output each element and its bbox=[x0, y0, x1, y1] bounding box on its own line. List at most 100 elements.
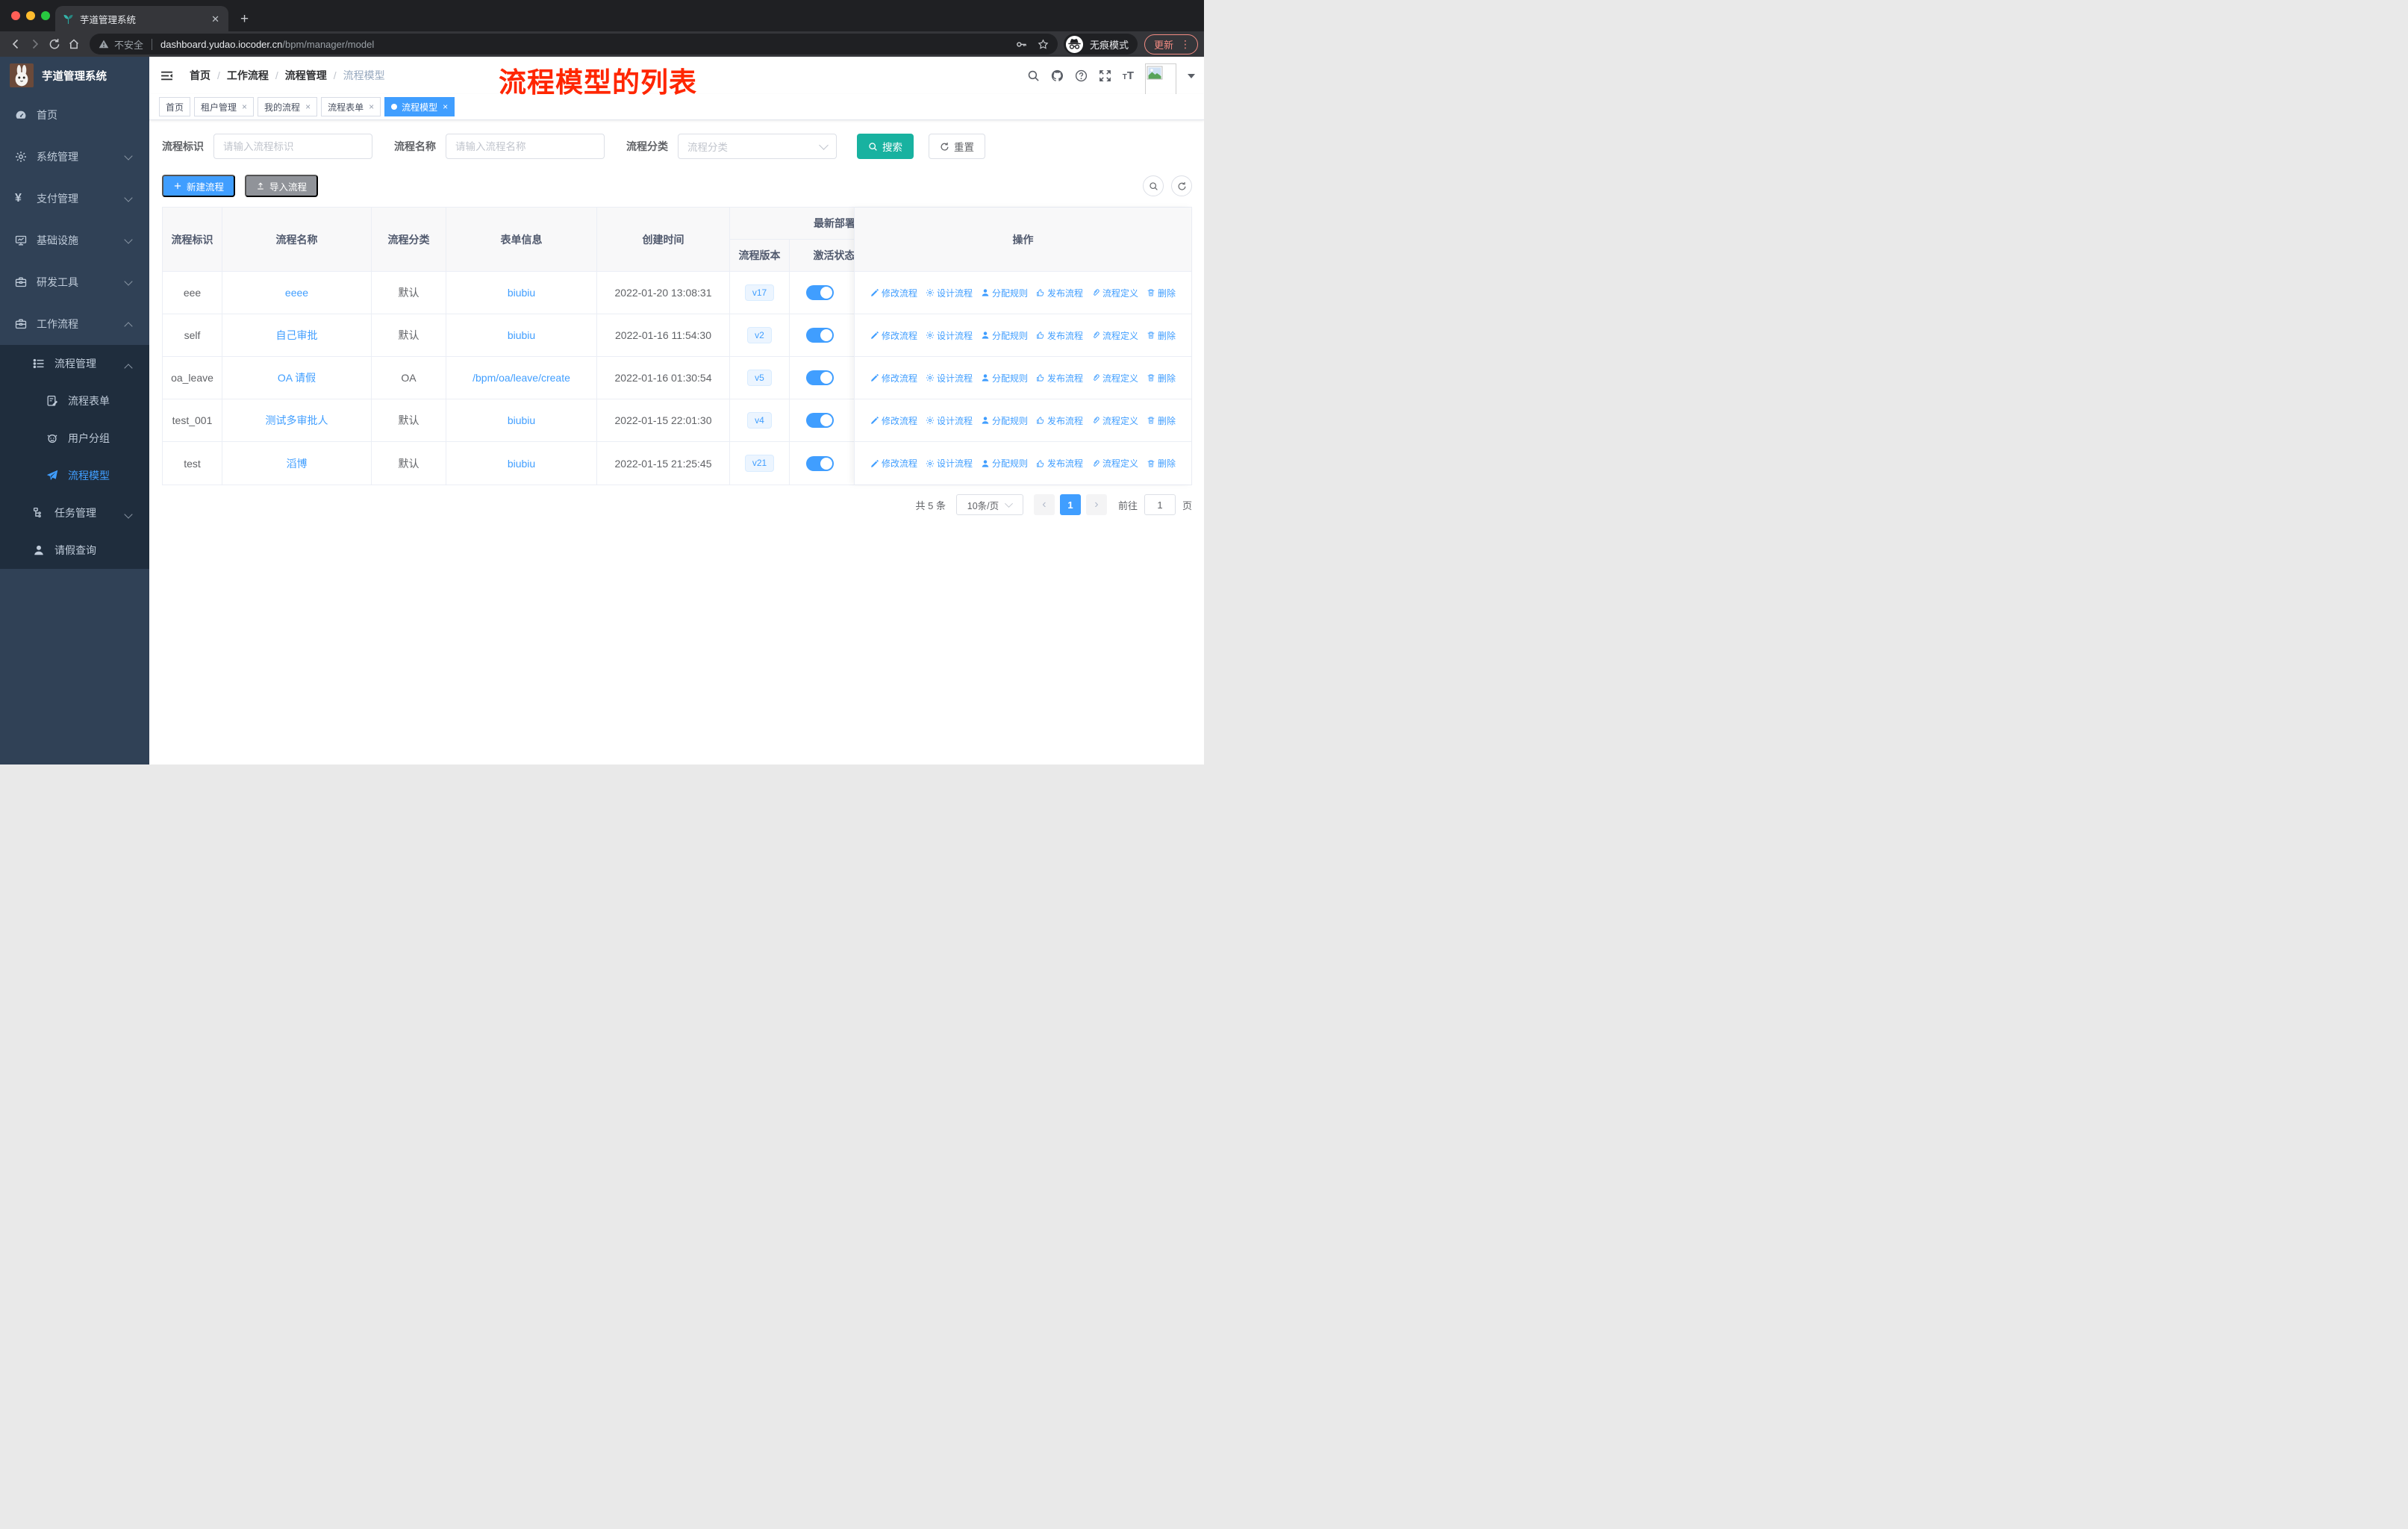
tag-close-icon[interactable]: × bbox=[305, 102, 311, 112]
action-definition[interactable]: 流程定义 bbox=[1091, 414, 1138, 427]
action-definition[interactable]: 流程定义 bbox=[1091, 372, 1138, 384]
tag-close-icon[interactable]: × bbox=[369, 102, 374, 112]
action-edit[interactable]: 修改流程 bbox=[870, 329, 917, 342]
toggle-search-button[interactable] bbox=[1143, 175, 1164, 196]
process-name-link[interactable]: 自己审批 bbox=[276, 328, 318, 343]
action-publish[interactable]: 发布流程 bbox=[1036, 329, 1083, 342]
action-edit[interactable]: 修改流程 bbox=[870, 414, 917, 427]
tag-tenant[interactable]: 租户管理 × bbox=[194, 97, 255, 116]
bookmark-star-icon[interactable] bbox=[1038, 39, 1049, 50]
action-delete[interactable]: 删除 bbox=[1147, 372, 1176, 384]
active-toggle[interactable] bbox=[806, 370, 834, 385]
action-assign[interactable]: 分配规则 bbox=[981, 372, 1028, 384]
kebab-menu-icon[interactable]: ⋮ bbox=[1180, 39, 1191, 49]
action-design[interactable]: 设计流程 bbox=[926, 372, 973, 384]
form-link[interactable]: /bpm/oa/leave/create bbox=[472, 372, 570, 384]
tag-process-model[interactable]: 流程模型 × bbox=[384, 97, 455, 116]
action-delete[interactable]: 删除 bbox=[1147, 457, 1176, 470]
zoom-window-button[interactable] bbox=[41, 11, 50, 20]
page-number-1[interactable]: 1 bbox=[1059, 494, 1081, 515]
sidebar-item-user-group[interactable]: 用户分组 bbox=[0, 420, 149, 457]
home-button[interactable] bbox=[64, 34, 84, 54]
help-icon[interactable] bbox=[1075, 69, 1088, 82]
action-delete[interactable]: 删除 bbox=[1147, 287, 1176, 299]
action-assign[interactable]: 分配规则 bbox=[981, 457, 1028, 470]
refresh-table-button[interactable] bbox=[1171, 175, 1192, 196]
active-toggle[interactable] bbox=[806, 285, 834, 300]
search-button[interactable]: 搜索 bbox=[857, 134, 914, 159]
sidebar-item-task-manage[interactable]: 任务管理 bbox=[0, 494, 149, 532]
goto-page-input[interactable] bbox=[1144, 494, 1176, 515]
sidebar-item-process-form[interactable]: 流程表单 bbox=[0, 382, 149, 420]
next-page-button[interactable]: › bbox=[1085, 494, 1107, 515]
action-design[interactable]: 设计流程 bbox=[926, 414, 973, 427]
caret-down-icon[interactable] bbox=[1188, 73, 1195, 82]
sidebar-item-system[interactable]: 系统管理 bbox=[0, 136, 149, 178]
sidebar-collapse-icon[interactable] bbox=[149, 69, 184, 82]
sidebar-item-workflow[interactable]: 工作流程 bbox=[0, 303, 149, 345]
action-definition[interactable]: 流程定义 bbox=[1091, 457, 1138, 470]
search-icon[interactable] bbox=[1027, 69, 1040, 82]
process-name-link[interactable]: eeee bbox=[285, 287, 308, 299]
prev-page-button[interactable]: ‹ bbox=[1033, 494, 1055, 515]
action-definition[interactable]: 流程定义 bbox=[1091, 287, 1138, 299]
browser-tab[interactable]: 芋道管理系统 ✕ bbox=[55, 6, 228, 31]
sidebar-item-process-model[interactable]: 流程模型 bbox=[0, 457, 149, 494]
action-delete[interactable]: 删除 bbox=[1147, 329, 1176, 342]
action-publish[interactable]: 发布流程 bbox=[1036, 372, 1083, 384]
update-chip[interactable]: 更新 ⋮ bbox=[1144, 34, 1198, 55]
minimize-window-button[interactable] bbox=[26, 11, 35, 20]
reset-button[interactable]: 重置 bbox=[929, 134, 985, 159]
form-link[interactable]: biubiu bbox=[508, 329, 535, 341]
fullscreen-icon[interactable] bbox=[1099, 69, 1111, 82]
address-bar[interactable]: 不安全 dashboard.yudao.iocoder.cn/bpm/manag… bbox=[90, 34, 1058, 55]
form-link[interactable]: biubiu bbox=[508, 287, 535, 299]
sidebar-item-infra[interactable]: 基础设施 bbox=[0, 219, 149, 261]
process-key-input[interactable] bbox=[213, 134, 372, 159]
action-design[interactable]: 设计流程 bbox=[926, 329, 973, 342]
app-logo-row[interactable]: 芋道管理系统 bbox=[0, 57, 149, 94]
action-publish[interactable]: 发布流程 bbox=[1036, 414, 1083, 427]
new-tab-button[interactable]: + bbox=[240, 12, 249, 26]
sidebar-item-home[interactable]: 首页 bbox=[0, 94, 149, 136]
tag-my-process[interactable]: 我的流程 × bbox=[258, 97, 318, 116]
import-process-button[interactable]: 导入流程 bbox=[245, 175, 319, 197]
back-button[interactable] bbox=[6, 34, 25, 54]
active-toggle[interactable] bbox=[806, 328, 834, 343]
action-assign[interactable]: 分配规则 bbox=[981, 414, 1028, 427]
page-size-select[interactable]: 10条/页 bbox=[955, 494, 1023, 515]
tab-close-icon[interactable]: ✕ bbox=[210, 13, 221, 25]
github-icon[interactable] bbox=[1051, 69, 1064, 82]
sidebar-item-leave-query[interactable]: 请假查询 bbox=[0, 532, 149, 569]
create-process-button[interactable]: 新建流程 bbox=[162, 175, 236, 197]
reload-button[interactable] bbox=[45, 34, 64, 54]
tag-close-icon[interactable]: × bbox=[443, 102, 448, 112]
sidebar-item-process-manage[interactable]: 流程管理 bbox=[0, 345, 149, 382]
tag-home[interactable]: 首页 bbox=[159, 97, 191, 116]
action-delete[interactable]: 删除 bbox=[1147, 414, 1176, 427]
key-icon[interactable] bbox=[1016, 39, 1027, 50]
font-size-icon[interactable]: TT bbox=[1123, 70, 1134, 81]
action-edit[interactable]: 修改流程 bbox=[870, 457, 917, 470]
action-assign[interactable]: 分配规则 bbox=[981, 329, 1028, 342]
action-assign[interactable]: 分配规则 bbox=[981, 287, 1028, 299]
form-link[interactable]: biubiu bbox=[508, 458, 535, 470]
breadcrumb-item[interactable]: 流程管理 bbox=[285, 68, 327, 83]
breadcrumb-item[interactable]: 首页 bbox=[190, 68, 210, 83]
active-toggle[interactable] bbox=[806, 413, 834, 428]
forward-button[interactable] bbox=[25, 34, 45, 54]
action-publish[interactable]: 发布流程 bbox=[1036, 457, 1083, 470]
form-link[interactable]: biubiu bbox=[508, 414, 535, 426]
active-toggle[interactable] bbox=[806, 455, 834, 471]
action-edit[interactable]: 修改流程 bbox=[870, 372, 917, 384]
warning-icon[interactable] bbox=[99, 39, 109, 49]
avatar[interactable] bbox=[1145, 63, 1176, 95]
close-window-button[interactable] bbox=[11, 11, 20, 20]
tag-close-icon[interactable]: × bbox=[242, 102, 247, 112]
process-name-input[interactable] bbox=[446, 134, 605, 159]
action-publish[interactable]: 发布流程 bbox=[1036, 287, 1083, 299]
action-definition[interactable]: 流程定义 bbox=[1091, 329, 1138, 342]
process-name-link[interactable]: 滔博 bbox=[287, 456, 308, 471]
process-name-link[interactable]: 测试多审批人 bbox=[266, 413, 328, 428]
sidebar-item-payment[interactable]: ¥ 支付管理 bbox=[0, 178, 149, 219]
